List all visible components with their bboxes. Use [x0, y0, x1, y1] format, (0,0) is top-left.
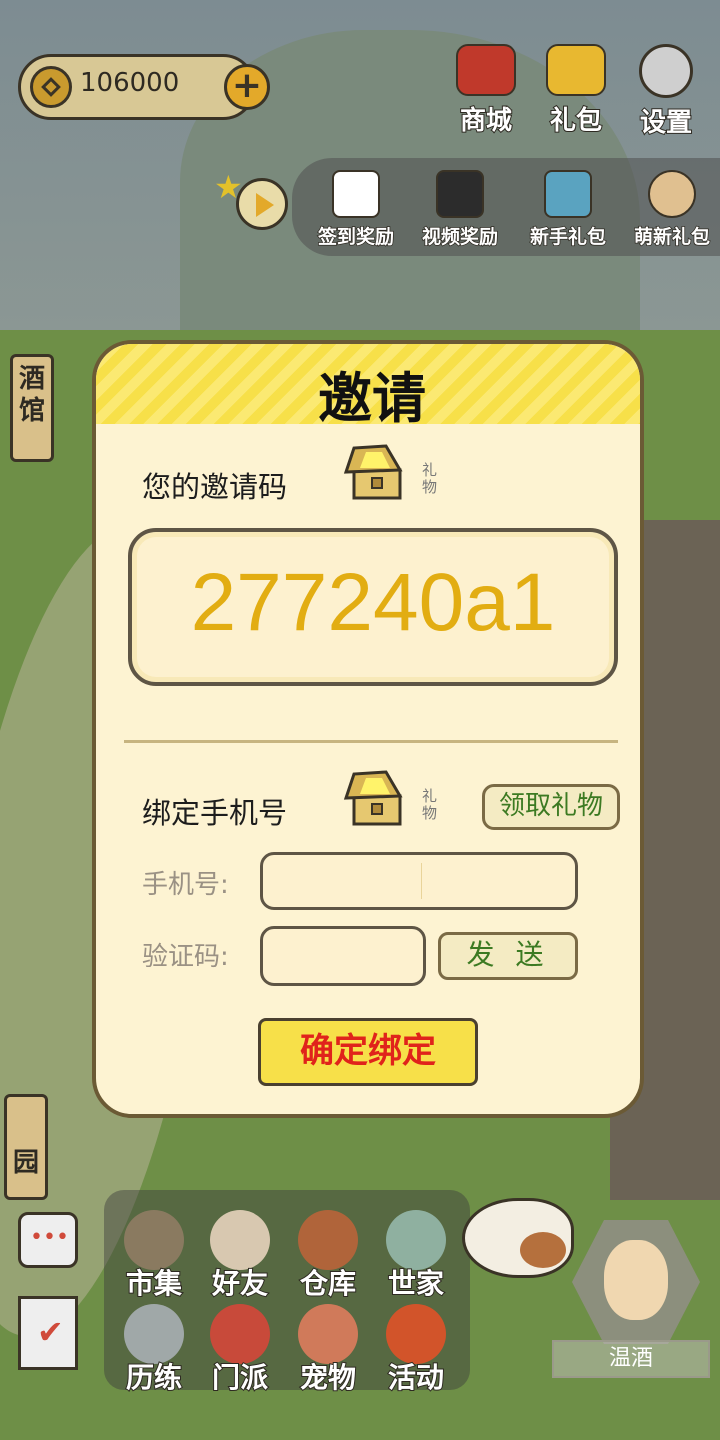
clan-button[interactable]: 世家 [372, 1210, 460, 1302]
coin-icon [30, 66, 72, 108]
warehouse-label: 仓库 [299, 1266, 357, 1301]
cute-newbie-pack-button[interactable]: 萌新礼包 [622, 170, 720, 249]
invite-dialog: 邀请 您的邀请码 礼物 277240a1 绑定手机号 礼物 领取礼物 手机号: … [92, 340, 644, 1118]
checkin-reward-label: 签到奖励 [317, 225, 395, 249]
handshake-icon [210, 1210, 270, 1270]
settings-label: 设置 [639, 107, 693, 139]
text-cursor [421, 863, 422, 899]
lantern-icon [386, 1304, 446, 1364]
sect-icon [210, 1304, 270, 1364]
treasure-chest-icon [343, 770, 403, 826]
friends-button[interactable]: 好友 [196, 1210, 284, 1302]
chat-button[interactable] [18, 1212, 78, 1268]
training-button[interactable]: 历练 [110, 1304, 198, 1396]
market-button[interactable]: 市集 [110, 1210, 198, 1302]
crossed-swords-icon [124, 1304, 184, 1364]
currency-amount: 106000 [80, 68, 180, 98]
character-avatar [604, 1240, 668, 1320]
tavern-sign[interactable]: 酒馆 [10, 354, 54, 462]
video-reward-label: 视频奖励 [421, 225, 499, 249]
dialog-title: 邀请 [318, 367, 426, 430]
chest-icon [544, 170, 592, 218]
shop-label: 商城 [459, 105, 513, 137]
tavern-sign-label: 酒馆 [18, 364, 45, 426]
verification-code-input[interactable] [260, 926, 426, 986]
phone-input[interactable] [260, 852, 578, 910]
sect-label: 门派 [211, 1360, 269, 1395]
send-code-button[interactable]: 发 送 [438, 932, 578, 980]
bag-icon [456, 44, 516, 96]
confirm-bind-button[interactable]: 确定绑定 [258, 1018, 478, 1086]
event-label: 活动 [387, 1360, 445, 1395]
newbie-pack-label: 新手礼包 [529, 225, 607, 249]
calendar-icon [332, 170, 380, 218]
market-label: 市集 [125, 1266, 183, 1301]
garden-sign[interactable]: 园 [4, 1094, 48, 1200]
gold-ingot-icon [546, 44, 606, 96]
phone-label: 手机号: [142, 870, 229, 900]
gift-pack-label: 礼包 [549, 105, 603, 137]
dog-spot [520, 1232, 566, 1268]
treasure-chest-icon [343, 444, 403, 500]
task-button[interactable] [18, 1296, 78, 1370]
paw-icon [298, 1304, 358, 1364]
storage-chest-icon [298, 1210, 358, 1270]
warehouse-button[interactable]: 仓库 [284, 1210, 372, 1302]
claim-gift-button[interactable]: 领取礼物 [482, 784, 620, 830]
play-video-button[interactable] [236, 178, 288, 230]
garden-sign-label: 园 [12, 1148, 39, 1178]
event-button[interactable]: 活动 [372, 1304, 460, 1396]
character-name: 温酒 [552, 1340, 710, 1378]
gear-icon [639, 44, 693, 98]
checkin-reward-button[interactable]: 签到奖励 [306, 170, 406, 249]
video-reward-button[interactable]: 视频奖励 [410, 170, 510, 249]
clan-label: 世家 [387, 1266, 445, 1301]
training-label: 历练 [125, 1360, 183, 1395]
cute-newbie-pack-label: 萌新礼包 [633, 225, 711, 249]
verification-code-label: 验证码: [142, 942, 229, 972]
sect-button[interactable]: 门派 [196, 1304, 284, 1396]
gift-tag: 礼物 [422, 461, 438, 496]
invite-code-box: 277240a1 [128, 528, 618, 686]
pet-button[interactable]: 宠物 [284, 1304, 372, 1396]
bind-phone-label: 绑定手机号 [142, 796, 288, 830]
gift-tag: 礼物 [422, 787, 438, 822]
settings-button[interactable]: 设置 [626, 44, 706, 139]
clapperboard-icon [436, 170, 484, 218]
add-currency-button[interactable]: + [224, 64, 270, 110]
gift-pack-button[interactable]: 礼包 [536, 44, 616, 137]
shop-button[interactable]: 商城 [446, 44, 526, 137]
character-icon [648, 170, 696, 218]
friends-label: 好友 [211, 1266, 269, 1301]
divider [124, 740, 618, 743]
invite-code: 277240a1 [190, 557, 556, 648]
newbie-pack-button[interactable]: 新手礼包 [518, 170, 618, 249]
market-icon [124, 1210, 184, 1270]
clan-icon [386, 1210, 446, 1270]
pet-label: 宠物 [299, 1360, 357, 1395]
invite-code-label: 您的邀请码 [142, 470, 288, 504]
